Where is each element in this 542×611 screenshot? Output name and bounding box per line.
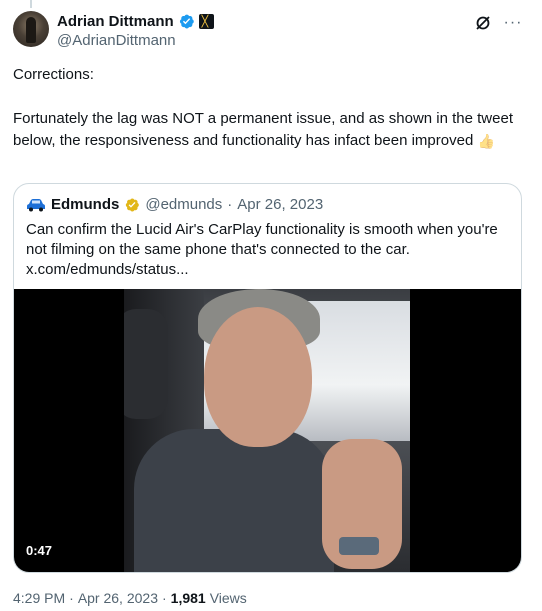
views-count: 1,981: [170, 590, 206, 606]
quote-date[interactable]: Apr 26, 2023: [237, 196, 323, 213]
affiliate-badge-icon: ╳: [198, 14, 214, 29]
views-label: Views: [209, 590, 247, 606]
verified-badge-icon: [179, 14, 194, 29]
quote-author-name[interactable]: Edmunds: [51, 196, 119, 213]
tweet-text-line1: Corrections:: [13, 66, 94, 83]
quote-body: Can confirm the Lucid Air's CarPlay func…: [26, 220, 516, 280]
more-options-icon[interactable]: ···: [503, 13, 523, 33]
video-player[interactable]: 0:47: [14, 289, 521, 572]
tweet-date[interactable]: Apr 26, 2023: [78, 590, 158, 606]
quote-author-handle[interactable]: @edmunds: [145, 196, 222, 213]
tweet-time[interactable]: 4:29 PM: [13, 590, 65, 606]
tweet-header: Adrian Dittmann ╳ @AdrianDittmann ···: [13, 11, 529, 51]
thumbs-up-emoji: 👍: [477, 133, 495, 149]
video-thumbnail: [124, 289, 410, 572]
car-avatar-icon: [27, 198, 45, 211]
avatar[interactable]: [13, 11, 49, 47]
tweet-meta: 4:29 PM · Apr 26, 2023 · 1,981 Views: [13, 590, 247, 606]
tweet-body: Corrections: Fortunately the lag was NOT…: [13, 64, 513, 152]
quote-link[interactable]: x.com/edmunds/status...: [26, 261, 189, 278]
tweet-text-paragraph: Fortunately the lag was NOT a permanent …: [13, 108, 513, 152]
quote-separator: ·: [227, 196, 233, 213]
video-duration: 0:47: [26, 543, 53, 558]
header-actions: ···: [473, 13, 523, 33]
quote-text: Can confirm the Lucid Air's CarPlay func…: [26, 221, 498, 258]
quote-header: Edmunds @edmunds · Apr 26, 2023: [26, 196, 323, 213]
thread-connector-line: [30, 0, 32, 8]
meta-separator-2: ·: [161, 590, 167, 606]
tweet-text-line2: Fortunately the lag was NOT a permanent …: [13, 110, 513, 149]
meta-separator: ·: [69, 590, 74, 606]
author-handle[interactable]: @AdrianDittmann: [57, 32, 176, 49]
author-name-row: Adrian Dittmann ╳: [57, 13, 214, 30]
gold-verified-badge-icon: [126, 198, 140, 212]
quoted-tweet-card[interactable]: Edmunds @edmunds · Apr 26, 2023 Can conf…: [13, 183, 522, 573]
author-display-name[interactable]: Adrian Dittmann: [57, 13, 174, 30]
grok-icon[interactable]: [473, 13, 493, 33]
